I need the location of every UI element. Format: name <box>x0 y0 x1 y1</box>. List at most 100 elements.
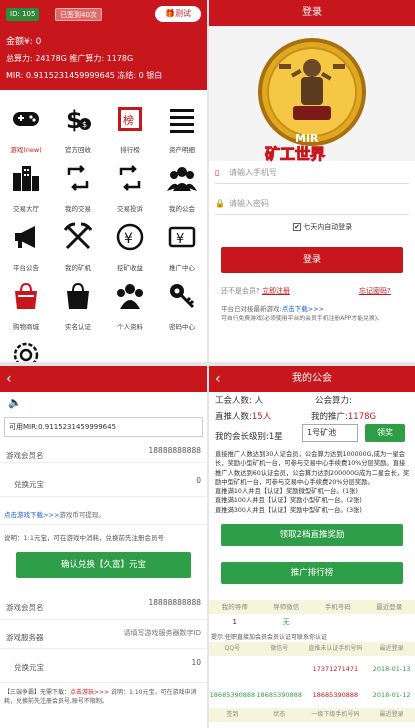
login-button[interactable]: 登录 <box>221 247 403 273</box>
lock-icon: 🔒 <box>215 199 225 208</box>
menu-tile[interactable]: 平台公告 <box>0 218 52 280</box>
bag-icon <box>63 281 93 311</box>
game-download-link[interactable]: 点击游戏下载>>> <box>4 511 59 519</box>
col-header: 我的导师 <box>221 603 248 611</box>
claim-button[interactable]: 领奖 <box>365 424 405 442</box>
cell <box>209 656 256 682</box>
menu-tile[interactable]: 榜排行榜 <box>104 100 156 162</box>
back-icon[interactable]: ‹ <box>6 366 12 392</box>
login-title-bar: 登录 <box>209 0 415 26</box>
remember-checkbox[interactable]: ✔ <box>293 223 301 231</box>
menu-tile[interactable]: 个人资料 <box>104 277 156 339</box>
home-panel: ID: 105 已签到40次 🎁测试 金额¥: 0 总算力: 24178G 推广… <box>0 0 207 362</box>
promo-value: 1178G <box>347 412 377 422</box>
megaphone-icon <box>11 222 41 252</box>
row-divider <box>0 524 207 525</box>
register-link[interactable]: 立即注册 <box>262 287 290 295</box>
menu-tile[interactable]: 实名认证 <box>52 277 104 339</box>
menu-tile[interactable]: ¥ 挖矿收益 <box>104 218 156 280</box>
register-row: 还不是会员? 立即注册 <box>221 286 290 296</box>
menu-tile[interactable]: 我的矿机 <box>52 218 104 280</box>
rule-line: 直推满300人并且【认证】奖励中型矿机一台。(3张) <box>215 506 362 514</box>
phone-placeholder: 请输入手机号 <box>229 168 277 177</box>
login-panel: 登录 MIR 矿工世界 ▯ 请输入手机号 🔒 请输入密码 ✔ 七天内自动登录 登… <box>209 0 415 362</box>
game-note: 平台已对接最新游戏:点击下载>>> <box>221 303 324 313</box>
cell: 1 <box>232 618 237 626</box>
password-field[interactable]: 🔒 请输入密码 <box>215 193 409 215</box>
row-divider <box>0 496 207 497</box>
exchange2-input[interactable]: 10 <box>191 658 201 667</box>
password-placeholder: 请输入密码 <box>229 199 269 208</box>
pool-select[interactable]: 1号矿池 <box>302 424 358 442</box>
rule-main: 直接推广人数达到30人证会员，公会算力达到100000G,成为一星会长，奖励小型… <box>215 451 410 486</box>
menu-tile[interactable]: 交易大厅 <box>0 159 52 221</box>
rate-note: 说明：1:1元宝，可在游戏中消耗，兑换前先注册会员号 <box>4 534 164 542</box>
menu-tile[interactable]: 交易投诉 <box>104 159 156 221</box>
game-member-value[interactable]: 18888888888 <box>149 446 202 455</box>
members-label: 工会人数: 人 <box>215 396 264 406</box>
cell: 18685390888 <box>312 691 359 699</box>
reward-button[interactable]: 领取2档直推奖励 <box>221 524 403 546</box>
exchange-panel: ‹ 🔈 可用MIR:0.9115231459999645 游戏会员名 18888… <box>0 366 207 728</box>
table-row: 17371271471 2018-01-13 <box>209 656 415 682</box>
server-label: 游戏服务器 <box>6 633 44 642</box>
row-divider <box>0 619 207 620</box>
col-header: 签到 <box>226 711 239 718</box>
referral-table: QQ号 微信号 直推未认证手机号码 最近登录 17371271471 2018-… <box>209 642 415 722</box>
settings-icon <box>11 340 41 362</box>
menu-tile[interactable]: 我的公会 <box>156 159 207 221</box>
downline-table-header: 签到 状态 一级下级手机号码 最近登录 <box>209 708 415 722</box>
gamepad-icon <box>11 104 41 134</box>
footer-play-link[interactable]: 点击游玩>>> <box>70 689 109 696</box>
menu-tile[interactable]: 资产明细 <box>156 100 207 162</box>
svg-text:$: $ <box>66 106 83 134</box>
test-button[interactable]: 🎁测试 <box>155 6 201 22</box>
menu-tile[interactable] <box>0 336 52 362</box>
home-header: ID: 105 已签到40次 🎁测试 金额¥: 0 总算力: 24178G 推广… <box>0 0 207 90</box>
confirm-exchange-button[interactable]: 确认兑换【久富】元宝 <box>16 552 191 578</box>
exchange2-label: 兑换元宝 <box>14 663 44 672</box>
menu-tile-label: 平台公告 <box>13 264 39 272</box>
cell: 18685390888 <box>209 691 256 699</box>
cell: 18685390888 <box>256 691 302 699</box>
game-member-label: 游戏会员名 <box>6 451 44 460</box>
exchange-amount-input[interactable]: 0 <box>196 476 201 485</box>
download-row: 点击游戏下载>>>游戏币可提现。 <box>4 509 105 519</box>
svg-text:¥: ¥ <box>124 231 133 247</box>
test-button-label: 测试 <box>174 9 191 18</box>
balance-text: 金额¥: 0 <box>6 37 42 47</box>
menu-tile[interactable]: 密码中心 <box>156 277 207 339</box>
menu-tile[interactable]: 游戏(new) <box>0 100 52 162</box>
remember-label: 七天内自动登录 <box>303 223 353 231</box>
cell: 2018-01-12 <box>372 691 411 699</box>
download-link[interactable]: 点击下载>>> <box>282 305 324 313</box>
member2-value[interactable]: 18888888888 <box>149 598 202 607</box>
row-divider <box>0 682 207 683</box>
exchange-label: 兑换元宝 <box>14 480 44 489</box>
row-divider <box>0 648 207 649</box>
forgot-password-link[interactable]: 忘记密码? <box>359 286 391 296</box>
guild-panel: ‹ 我的公会 工会人数: 人 公会算力: 直推人数:15人 我的推广:1178G… <box>209 366 415 728</box>
back-icon[interactable]: ‹ <box>215 366 221 392</box>
menu-tile-label: 资产明细 <box>169 146 195 154</box>
team-icon <box>115 281 145 311</box>
sign-days-badge: 已签到40次 <box>55 8 102 21</box>
rank-button[interactable]: 推广排行榜 <box>221 562 403 584</box>
direct-value: 15人 <box>251 412 272 422</box>
svg-text:¥: ¥ <box>176 232 184 247</box>
menu-tile-label: 排行榜 <box>120 146 140 154</box>
menu-tile[interactable]: ¥ 推广中心 <box>156 218 207 280</box>
phone-field[interactable]: ▯ 请输入手机号 <box>215 162 409 184</box>
menu-tile-label: 我的公会 <box>169 205 195 213</box>
row-divider <box>0 462 207 463</box>
server-input[interactable]: 请填写游戏服务器数字ID <box>124 628 201 638</box>
menu-tile[interactable]: 购物商城 <box>0 277 52 339</box>
compute-text: 总算力: 24178G 推广算力: 1178G <box>6 54 134 63</box>
shopping-bag-icon <box>11 281 41 311</box>
level-row: 我的会长级别:1星 <box>215 430 283 442</box>
remember-row[interactable]: ✔ 七天内自动登录 <box>293 222 352 232</box>
menu-tile[interactable]: 我的交易 <box>52 159 104 221</box>
pickaxe-icon <box>63 222 93 252</box>
menu-tile[interactable]: $ $ 官方回收 <box>52 100 104 162</box>
col-header: 直推未认证手机号码 <box>308 645 363 652</box>
